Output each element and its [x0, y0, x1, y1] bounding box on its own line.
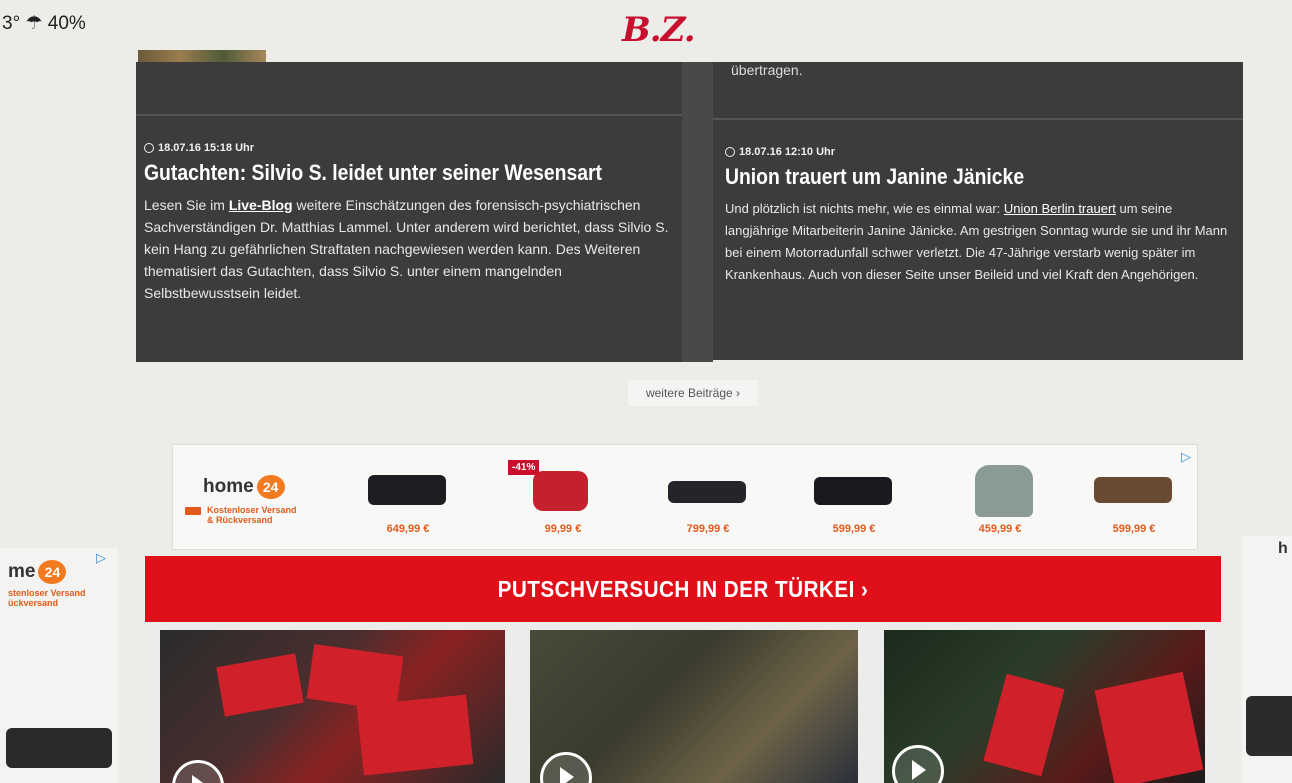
chesterfield-sofa-image [1094, 477, 1172, 503]
sofa-image [814, 477, 892, 505]
home24-ad-banner[interactable]: home 24 Kostenloser Versand & Rückversan… [172, 444, 1198, 550]
live-blog-link[interactable]: Live-Blog [229, 197, 293, 213]
ad-product[interactable]: 599,99 € [799, 465, 909, 545]
adchoices-icon[interactable]: ▷ [1181, 449, 1191, 465]
truck-icon [185, 507, 201, 515]
ad-tagline-line2: ückversand [8, 598, 59, 608]
article-headline[interactable]: Gutachten: Silvio S. leidet unter seiner… [144, 160, 609, 186]
turkish-flag-graphic [306, 644, 404, 711]
teaser-photo-soldiers[interactable] [530, 630, 858, 783]
article-timestamp: 18.07.16 12:10 Uhr [725, 146, 1235, 158]
article-body: Und plötzlich ist nichts mehr, wie es ei… [725, 198, 1235, 286]
ad-tagline: stenloser Versand ückversand [8, 588, 86, 608]
ad-brand: me 24 [8, 560, 67, 584]
article-body: Lesen Sie im Live-Blog weitere Einschätz… [144, 194, 672, 304]
article-body-text: Lesen Sie im [144, 197, 229, 213]
ad-brand-badge: 24 [38, 560, 67, 584]
article-timestamp: 18.07.16 15:18 Uhr [144, 142, 672, 154]
ad-brand-name: h [1278, 540, 1288, 557]
turkish-flag-graphic [983, 673, 1065, 777]
ad-product[interactable]: 799,99 € [653, 465, 763, 545]
more-posts-button[interactable]: weitere Beiträge › [628, 380, 758, 406]
sofa-image [668, 481, 746, 503]
timestamp-text: 18.07.16 12:10 Uhr [739, 146, 836, 158]
article-card-right: übertragen. 18.07.16 12:10 Uhr Union tra… [713, 62, 1243, 360]
panel-divider-line [136, 114, 682, 116]
side-ad-left[interactable]: me 24 ▷ stenloser Versand ückversand [0, 548, 118, 783]
side-ad-right[interactable]: h [1242, 536, 1292, 783]
panel-divider-line [713, 118, 1243, 120]
bz-logo[interactable]: B.Z. [622, 10, 696, 50]
sofa-image [1246, 696, 1292, 756]
article-headline[interactable]: Union trauert um Janine Jänicke [725, 164, 1174, 190]
article-card-left: 18.07.16 15:18 Uhr Gutachten: Silvio S. … [136, 62, 682, 362]
top-bar: 3° ☂ 40% B.Z. [0, 0, 1292, 56]
discount-badge: -41% [508, 460, 540, 475]
ad-tagline-line1: stenloser Versand [8, 588, 86, 598]
play-triangle [912, 760, 926, 780]
product-price: 799,99 € [686, 523, 730, 535]
chesterfield-sofa-image [368, 475, 446, 505]
product-price: 459,99 € [978, 523, 1022, 535]
ad-product[interactable]: 599,99 € [1079, 465, 1189, 545]
sofa-image [6, 728, 112, 768]
union-berlin-link[interactable]: Union Berlin trauert [1004, 201, 1116, 216]
clock-icon [725, 147, 735, 157]
previous-article-tail: übertragen. [731, 62, 803, 78]
ad-brand-name: me [8, 561, 36, 582]
ad-product[interactable]: -41% 99,99 € [508, 460, 618, 545]
teaser-photo-crowd[interactable] [884, 630, 1205, 783]
ad-product[interactable]: 459,99 € [945, 465, 1055, 545]
article-silvio: 18.07.16 15:18 Uhr Gutachten: Silvio S. … [144, 142, 672, 304]
play-triangle [192, 775, 206, 783]
play-triangle [560, 767, 574, 783]
article-body-text: Und plötzlich ist nichts mehr, wie es ei… [725, 201, 1004, 216]
ad-product[interactable]: 649,99 € [353, 465, 463, 545]
clock-icon [144, 143, 154, 153]
play-icon[interactable] [172, 760, 224, 783]
armchair-image [975, 465, 1033, 517]
ad-brand-name: home [203, 476, 254, 497]
panel-gutter [682, 62, 713, 362]
turkish-flag-graphic [1094, 671, 1204, 783]
ad-tagline-line2: & Rückversand [207, 515, 273, 525]
ad-brand-badge: 24 [256, 475, 285, 499]
product-price: 599,99 € [832, 523, 876, 535]
armchair-image [533, 471, 588, 511]
product-price: 599,99 € [1112, 523, 1156, 535]
section-banner-title: PUTSCHVERSUCH IN DER TÜRKEI › [497, 575, 869, 602]
timestamp-text: 18.07.16 15:18 Uhr [158, 142, 255, 154]
weather-widget: 3° ☂ 40% [2, 13, 86, 34]
ad-tagline: Kostenloser Versand & Rückversand [185, 505, 297, 525]
play-icon[interactable] [892, 745, 944, 783]
ad-brand: home 24 [203, 475, 285, 499]
product-price: 649,99 € [386, 523, 430, 535]
turkish-flag-graphic [356, 694, 474, 776]
adchoices-icon[interactable]: ▷ [96, 550, 106, 566]
teaser-photo-flags[interactable] [160, 630, 505, 783]
article-union: 18.07.16 12:10 Uhr Union trauert um Jani… [725, 146, 1235, 286]
ad-tagline-line1: Kostenloser Versand [207, 505, 297, 515]
section-banner-putschversuch[interactable]: PUTSCHVERSUCH IN DER TÜRKEI › [145, 556, 1221, 622]
turkish-flag-graphic [216, 653, 304, 717]
product-price: 99,99 € [544, 523, 582, 535]
play-icon[interactable] [540, 752, 592, 783]
